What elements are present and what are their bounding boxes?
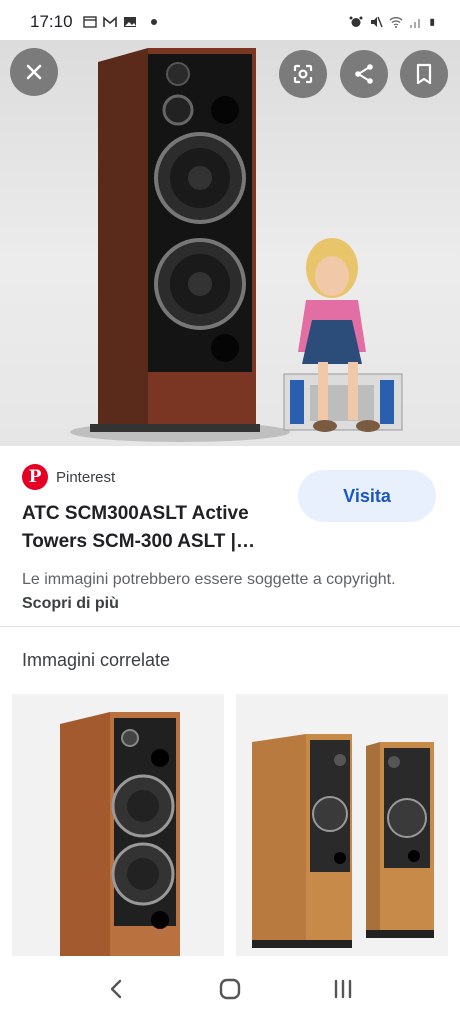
lens-icon [293,64,313,84]
back-button[interactable] [93,965,141,1013]
signal-icon [410,19,420,28]
home-button[interactable] [206,965,254,1013]
bookmark-button[interactable] [400,50,448,98]
system-nav-bar [0,956,460,1022]
visit-button[interactable]: Visita [298,470,436,522]
status-bar: 17:10 [0,0,460,44]
back-icon [110,979,121,999]
alarm-icon [349,16,363,27]
lens-button[interactable] [279,50,327,98]
recents-button[interactable] [319,965,367,1013]
notification-dot-icon [150,19,157,25]
recents-icon [335,979,352,999]
source-row[interactable]: P Pinterest [22,464,115,490]
source-name: Pinterest [56,468,116,486]
related-image-1[interactable] [12,694,224,956]
hero-image[interactable] [0,40,460,446]
related-image-2[interactable] [236,694,448,956]
gallery-icon [123,17,136,27]
gmail-icon [102,16,117,27]
copyright-text: Le immagini potrebbero essere soggette a… [22,571,396,588]
copyright-notice: Le immagini potrebbero essere soggette a… [22,568,432,616]
battery-icon [430,18,435,26]
close-button[interactable] [10,48,58,96]
pinterest-logo-icon: P [22,464,48,490]
share-button[interactable] [340,50,388,98]
related-speaker-photo-2 [236,694,448,956]
result-title[interactable]: ATC SCM300ASLT Active Towers SCM-300 ASL… [22,500,284,556]
learn-more-link[interactable]: Scopri di più [22,595,119,612]
status-time: 17:10 [30,12,73,31]
close-icon [26,64,42,80]
speaker-photo [70,48,403,442]
bookmark-icon [416,63,432,85]
calendar-icon [82,16,97,28]
related-section-title: Immagini correlate [22,650,171,670]
share-icon [355,64,373,84]
divider [0,626,460,627]
home-icon [219,978,241,1000]
wifi-icon [389,17,403,28]
related-speaker-photo-1 [12,694,224,956]
mute-icon [371,16,383,28]
